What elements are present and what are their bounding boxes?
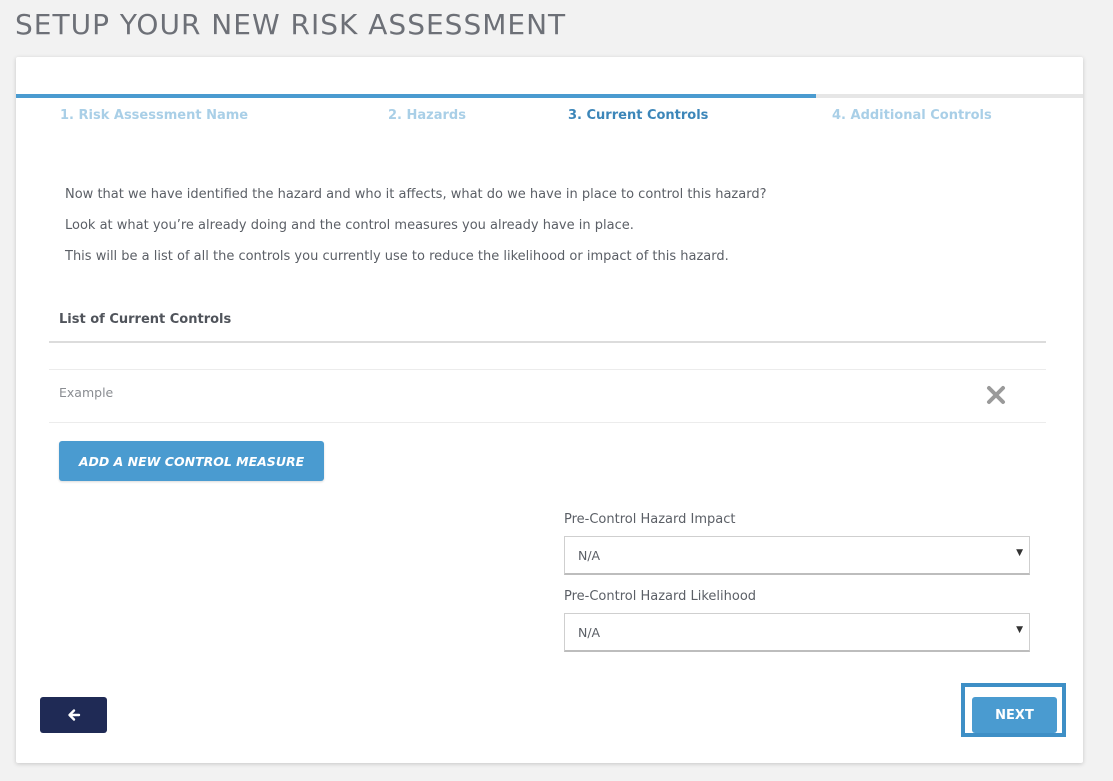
likelihood-label: Pre-Control Hazard Likelihood — [564, 589, 757, 604]
arrow-left-icon — [67, 709, 80, 721]
back-button[interactable] — [40, 697, 107, 733]
wizard-step-risk-assessment-name[interactable]: 1. Risk Assessment Name — [60, 108, 248, 123]
wizard-card: 1. Risk Assessment Name 2. Hazards 3. Cu… — [16, 57, 1083, 763]
wizard-step-hazards[interactable]: 2. Hazards — [388, 108, 466, 123]
control-name: Example — [59, 385, 114, 400]
control-list-item: Example — [49, 369, 1046, 423]
wizard-progress-track — [16, 94, 1083, 98]
caret-down-icon: ▼ — [1016, 548, 1023, 558]
caret-down-icon: ▼ — [1016, 625, 1023, 635]
close-icon[interactable] — [985, 384, 1007, 406]
add-control-measure-button[interactable]: ADD A NEW CONTROL MEASURE — [59, 441, 324, 481]
impact-select[interactable]: N/A ▼ — [564, 536, 1030, 575]
impact-select-value: N/A — [578, 548, 601, 563]
wizard-step-additional-controls[interactable]: 4. Additional Controls — [832, 108, 992, 123]
intro-text: This will be a list of all the controls … — [65, 249, 729, 264]
controls-list-heading: List of Current Controls — [59, 312, 232, 327]
likelihood-select[interactable]: N/A ▼ — [564, 613, 1030, 652]
likelihood-select-value: N/A — [578, 625, 601, 640]
intro-text: Now that we have identified the hazard a… — [65, 187, 767, 202]
page-title: SETUP YOUR NEW RISK ASSESSMENT — [15, 8, 567, 41]
wizard-step-current-controls[interactable]: 3. Current Controls — [568, 108, 708, 123]
next-button[interactable]: NEXT — [972, 697, 1057, 733]
wizard-progress-fill — [16, 94, 817, 98]
intro-text: Look at what you’re already doing and th… — [65, 218, 634, 233]
impact-label: Pre-Control Hazard Impact — [564, 512, 736, 527]
divider — [49, 341, 1046, 343]
